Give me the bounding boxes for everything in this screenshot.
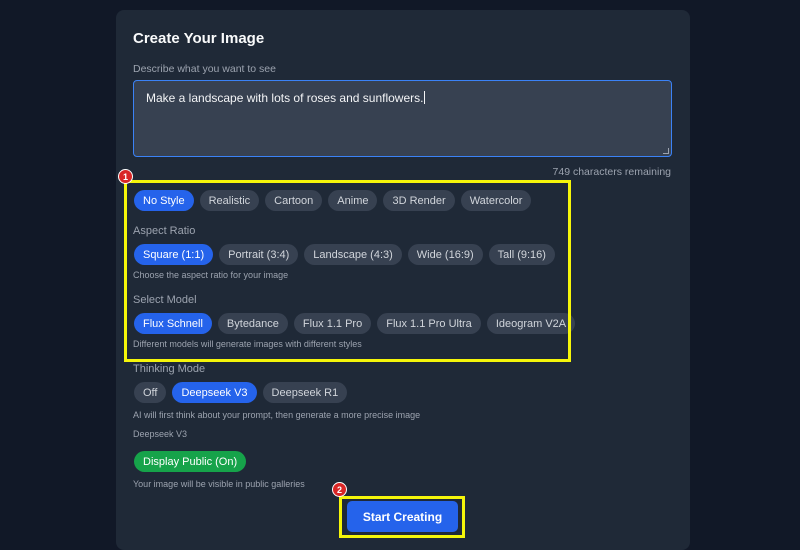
thinking-hint: AI will first think about your prompt, t… [133, 410, 421, 420]
annotation-badge-1: 1 [118, 169, 133, 184]
resize-grip-icon[interactable] [663, 148, 669, 154]
thinking-deepseek-r1[interactable]: Deepseek R1 [262, 382, 348, 403]
start-creating-button[interactable]: Start Creating [347, 501, 458, 532]
prompt-label: Describe what you want to see [133, 63, 276, 75]
display-public-toggle[interactable]: Display Public (On) [134, 451, 247, 472]
thinking-mode-label: Thinking Mode [133, 363, 206, 375]
highlight-box-options [124, 180, 571, 362]
prompt-textarea[interactable]: Make a landscape with lots of roses and … [133, 80, 672, 157]
chars-remaining: 749 characters remaining [552, 166, 671, 178]
annotation-badge-2: 2 [332, 482, 347, 497]
thinking-options: Off Deepseek V3 Deepseek R1 [134, 382, 348, 403]
thinking-current: Deepseek V3 [133, 429, 188, 439]
prompt-text: Make a landscape with lots of roses and … [146, 91, 424, 105]
thinking-deepseek-v3[interactable]: Deepseek V3 [172, 382, 257, 403]
public-hint: Your image will be visible in public gal… [133, 479, 305, 489]
page-title: Create Your Image [133, 30, 265, 47]
text-caret [424, 91, 426, 104]
public-toggle-row: Display Public (On) [134, 451, 247, 472]
thinking-off[interactable]: Off [134, 382, 167, 403]
